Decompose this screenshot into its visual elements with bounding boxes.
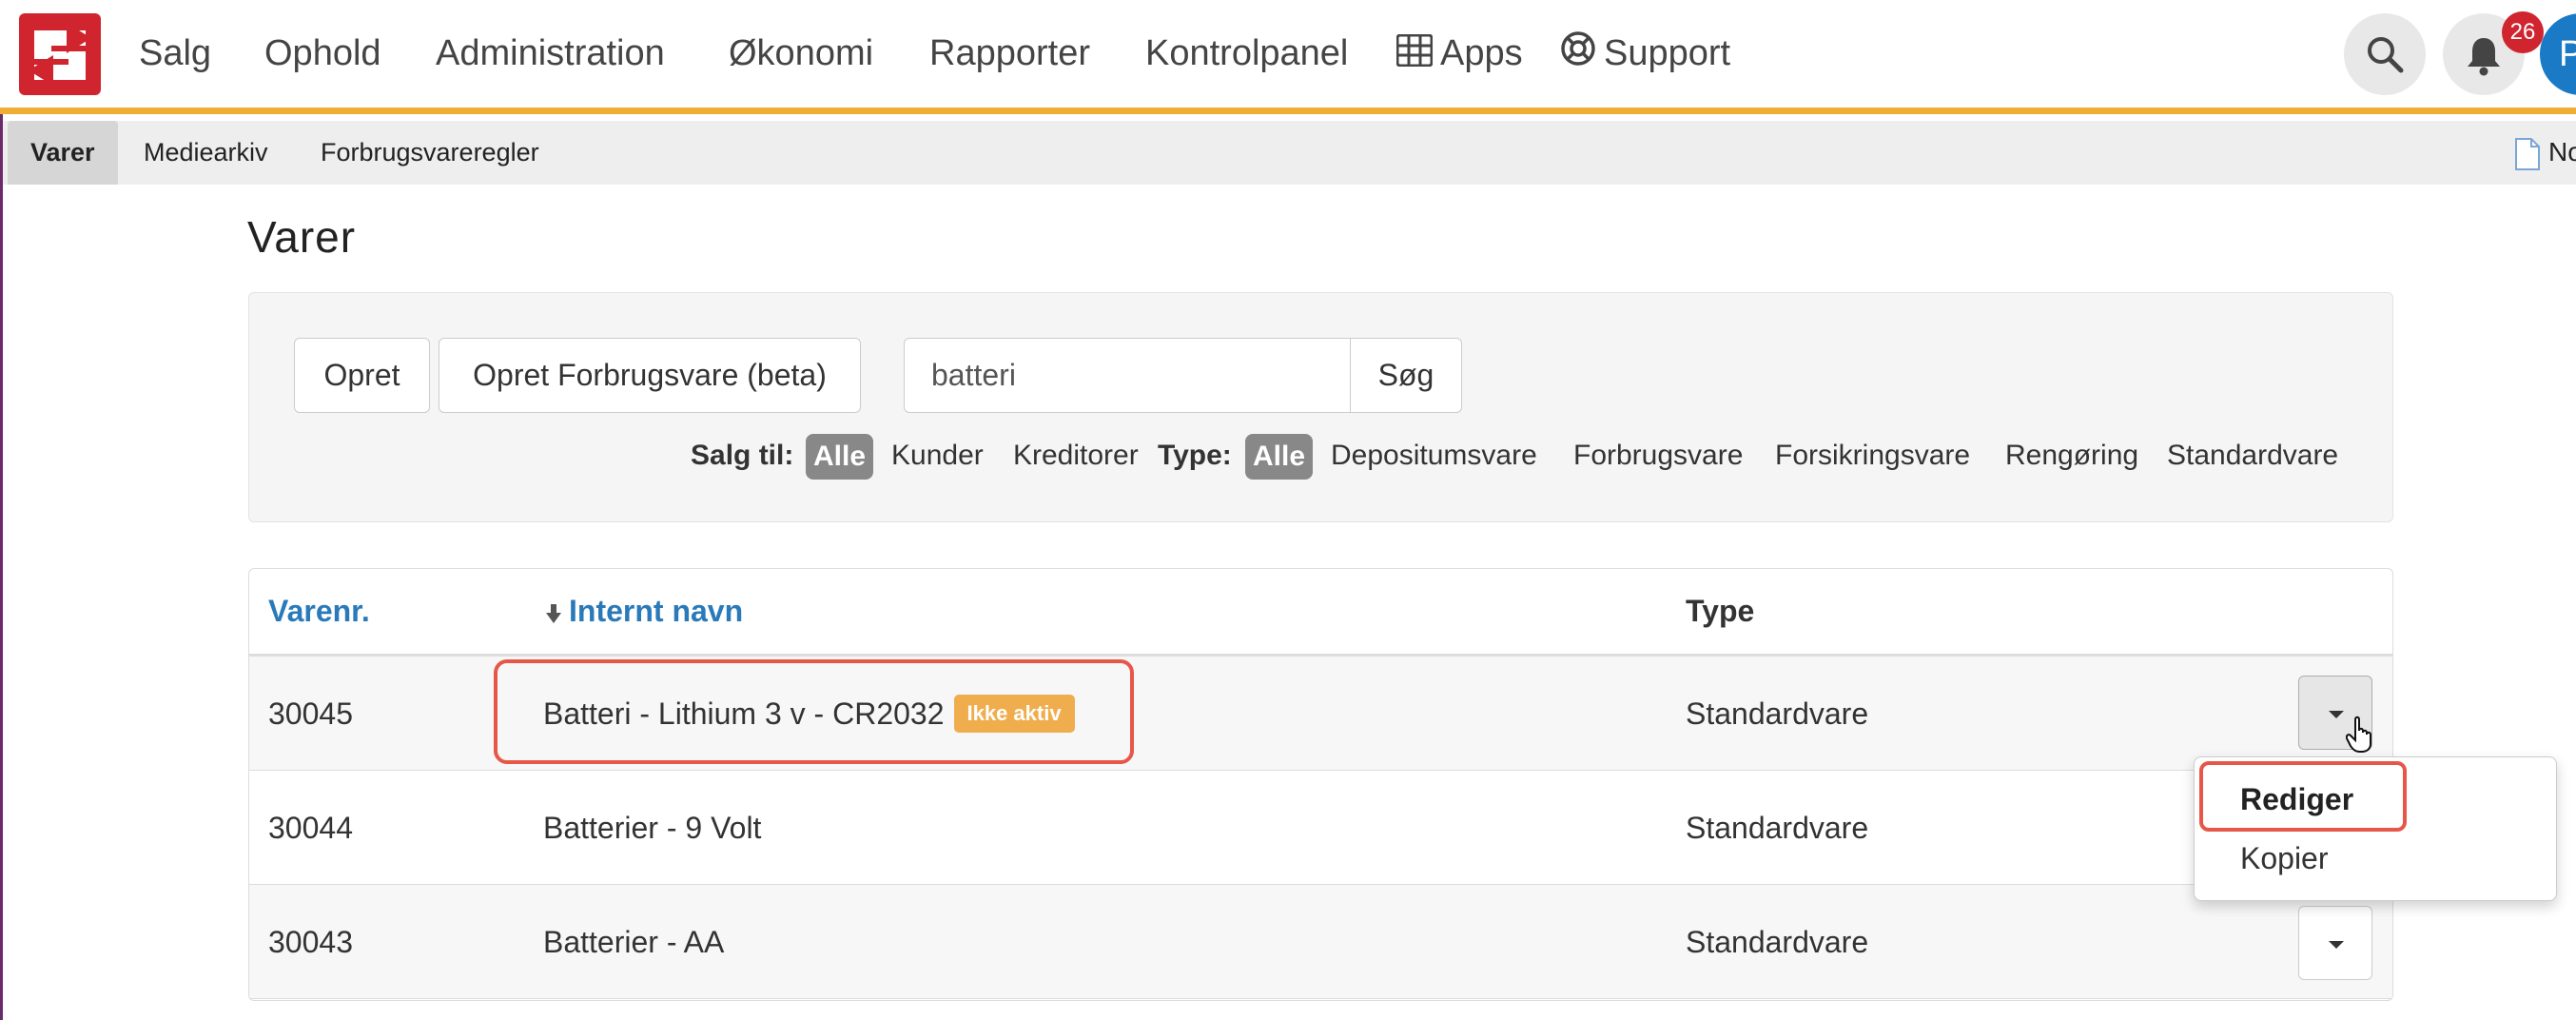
highlight-annotation-rediger [2199, 761, 2407, 832]
search-input[interactable]: batteri [904, 338, 1351, 413]
sales-filter-kreditorer[interactable]: Kreditorer [1013, 436, 1139, 476]
type-filter-alle[interactable]: Alle [1245, 434, 1314, 480]
column-header-internt-navn-label: Internt navn [569, 594, 744, 628]
table-row[interactable]: 30044 Batterier - 9 Volt Standardvare [249, 771, 2392, 885]
row-number: 30043 [268, 925, 353, 959]
create-consumable-button[interactable]: Opret Forbrugsvare (beta) [439, 338, 861, 413]
caret-down-icon [2329, 711, 2344, 718]
row-number: 30045 [268, 696, 353, 731]
hand-pointer-icon [2346, 716, 2371, 753]
nav-rapporter[interactable]: Rapporter [929, 29, 1090, 78]
row-type: Standardvare [1686, 925, 1869, 959]
lifebuoy-icon [1560, 30, 1596, 80]
type-filter-rengoring[interactable]: Rengøring [2005, 436, 2138, 476]
create-button[interactable]: Opret [294, 338, 430, 413]
column-header-varenr[interactable]: Varenr. [268, 592, 370, 630]
document-icon [2515, 137, 2540, 170]
row-type: Standardvare [1686, 811, 1869, 845]
caret-down-icon [2329, 941, 2344, 949]
type-filter-label: Type: [1158, 440, 1232, 471]
type-filter-depositumsvare[interactable]: Depositumsvare [1331, 436, 1537, 476]
row-name[interactable]: Batterier - 9 Volt [543, 807, 761, 849]
nav-apps[interactable]: Apps [1395, 29, 1523, 80]
row-type: Standardvare [1686, 696, 1869, 731]
table-header: Varenr. Internt navn Type [249, 569, 2392, 657]
sub-navbar: Varer Mediearkiv Forbrugsvareregler No [3, 121, 2576, 185]
nav-salg[interactable]: Salg [139, 29, 211, 78]
sales-filter-alle[interactable]: Alle [806, 434, 874, 480]
items-table: Varenr. Internt navn Type 30045 Batteri … [248, 568, 2393, 1001]
search-submit-button[interactable]: Søg [1350, 338, 1462, 413]
type-filter-standardvare[interactable]: Standardvare [2167, 436, 2338, 476]
sales-filter-label: Salg til: [691, 440, 794, 471]
nav-kontrolpanel[interactable]: Kontrolpanel [1145, 29, 1348, 78]
nav-okonomi[interactable]: Økonomi [729, 29, 873, 78]
subnav-mediearkiv[interactable]: Mediearkiv [121, 121, 291, 185]
table-row[interactable]: 30043 Batterier - AA Standardvare [249, 885, 2392, 999]
sort-arrow-down-icon [546, 603, 561, 623]
highlight-annotation-row-name [494, 659, 1134, 764]
user-avatar[interactable]: P [2540, 13, 2576, 95]
column-header-internt-navn[interactable]: Internt navn [544, 592, 743, 630]
subnav-varer[interactable]: Varer [8, 121, 118, 185]
sales-filter-kunder[interactable]: Kunder [891, 436, 984, 476]
row-number: 30044 [268, 811, 353, 845]
row-name[interactable]: Batterier - AA [543, 921, 724, 963]
bell-icon [2468, 38, 2500, 76]
column-header-type: Type [1686, 594, 1755, 628]
type-filter-forsikringsvare[interactable]: Forsikringsvare [1775, 436, 1970, 476]
page-title: Varer [247, 212, 357, 262]
nav-apps-label: Apps [1440, 33, 1523, 73]
row-actions-dropdown-button[interactable] [2298, 906, 2372, 980]
top-navbar: Salg Ophold Administration Økonomi Rappo… [0, 0, 2576, 114]
type-filter-forbrugsvare[interactable]: Forbrugsvare [1573, 436, 1743, 476]
grid-icon [1395, 30, 1434, 80]
notification-count-badge: 26 [2502, 11, 2544, 53]
nav-administration[interactable]: Administration [436, 29, 665, 78]
nav-support[interactable]: Support [1560, 29, 1730, 80]
nav-ophold[interactable]: Ophold [264, 29, 381, 78]
search-button[interactable] [2344, 13, 2426, 95]
document-link[interactable]: No [2514, 128, 2576, 176]
app-logo[interactable] [19, 13, 101, 95]
nav-support-label: Support [1604, 33, 1731, 73]
search-icon [2368, 37, 2404, 73]
subnav-forbrugsvareregler[interactable]: Forbrugsvareregler [298, 121, 562, 185]
document-link-label: No [2548, 137, 2576, 167]
menu-item-kopier[interactable]: Kopier [2240, 837, 2329, 879]
